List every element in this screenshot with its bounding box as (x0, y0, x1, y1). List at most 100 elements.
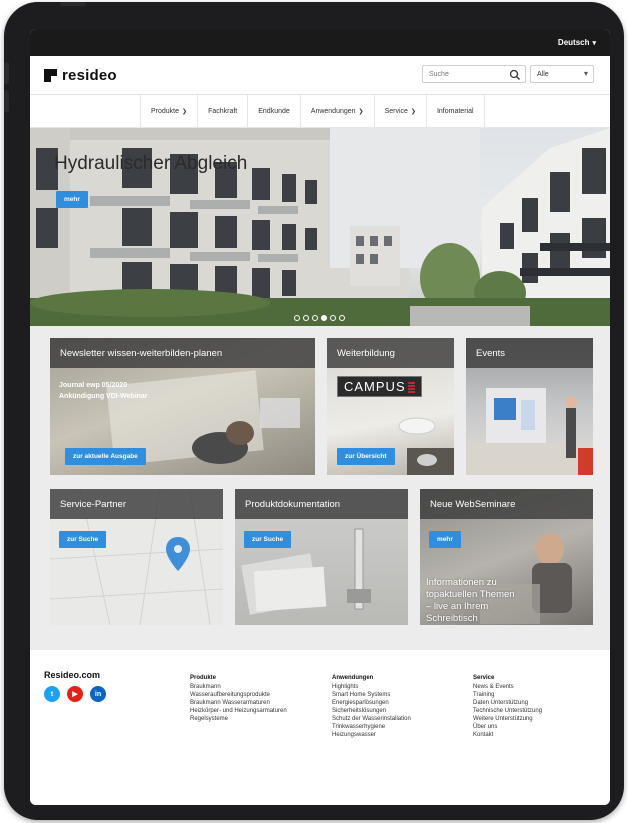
chevron-down-icon: ▾ (583, 69, 588, 78)
slider-dot[interactable] (303, 315, 309, 321)
nav-item-fachkraft[interactable]: Fachkraft (197, 95, 247, 127)
tile-events[interactable]: Events (466, 338, 593, 475)
slider-dot-active[interactable] (321, 315, 327, 321)
search-icon[interactable] (509, 69, 521, 81)
campus-logo-bars-icon (407, 381, 415, 394)
nav-item-infomaterial[interactable]: Infomaterial (425, 95, 485, 127)
footer-heading: Produkte (190, 675, 217, 681)
footer-link[interactable]: Schutz der Wasserinstallation (332, 715, 411, 723)
campus-logo-text: CAMPUS (344, 379, 406, 394)
logo-mark-icon (44, 68, 57, 82)
footer-link[interactable]: Wasseraufbereitungsprodukte (190, 691, 287, 699)
search-input[interactable] (429, 70, 503, 78)
footer-link[interactable]: News & Events (473, 683, 542, 691)
nav-item-label: Anwendungen (310, 107, 356, 115)
footer-link[interactable]: Training (473, 691, 542, 699)
chevron-down-icon: ❯ (182, 108, 188, 115)
slider-dots (294, 315, 345, 321)
tile-service-partner[interactable]: Service-Partner zur Suche (50, 489, 223, 625)
nav-item-endkunde[interactable]: Endkunde (247, 95, 300, 127)
nav-item-service[interactable]: Service ❯ (373, 95, 426, 127)
power-button (60, 2, 86, 6)
search-scope-value: Alle (537, 70, 549, 78)
newsletter-issue-button[interactable]: zur aktuelle Ausgabe (65, 448, 146, 465)
footer-link[interactable]: Energiesparlösungen (332, 699, 411, 707)
resideo-logo[interactable]: resideo (44, 67, 117, 84)
chevron-down-icon: ❯ (410, 108, 416, 115)
nav-item-label: Produkte (151, 107, 180, 115)
map-pin-icon (166, 537, 190, 571)
twitter-icon[interactable]: t (44, 686, 60, 702)
search-box (422, 65, 526, 83)
footer-brand[interactable]: Resideo.com (44, 670, 100, 680)
tile-newsletter-title: Newsletter wissen-weiterbilden-planen (50, 338, 315, 368)
tile-produktdokumentation[interactable]: Produktdokumentation zur Suche (235, 489, 408, 625)
browser-screen: Deutsch▾ resideo Alle ▾ Produkte❯ Fachkr… (30, 29, 610, 805)
slider-dot[interactable] (339, 315, 345, 321)
tile-newsletter-line2: Ankündigung VDI-Webinar (59, 393, 148, 400)
footer-link[interactable]: Highlights (332, 683, 411, 691)
search-scope-select[interactable]: Alle ▾ (530, 65, 594, 83)
tile-weiterbildung-title: Weiterbildung (327, 338, 454, 368)
nav-item-label: Endkunde (258, 107, 290, 115)
youtube-icon[interactable]: ▶ (67, 686, 83, 702)
site-footer: Resideo.com t ▶ in Produkte Braukmann Wa… (30, 650, 610, 805)
nav-item-label: Fachkraft (208, 107, 238, 115)
footer-link[interactable]: Smart Home Systems (332, 691, 411, 699)
footer-link[interactable]: Heizkörper- und Heizungsarmaturen (190, 707, 287, 715)
footer-link[interactable]: Technische Unterstützung (473, 707, 542, 715)
logo-text: resideo (62, 66, 117, 84)
caret-down-icon: ▾ (592, 40, 596, 47)
volume-up-button (4, 62, 9, 84)
footer-link[interactable]: Braukmann Wasserarmaturen (190, 699, 287, 707)
nav-item-label: Infomaterial (436, 107, 474, 115)
weiterbildung-overview-button[interactable]: zur Übersicht (337, 448, 395, 465)
social-links: t ▶ in (44, 686, 106, 702)
footer-link[interactable]: Braukmann (190, 683, 287, 691)
nav-item-anwendungen[interactable]: Anwendungen ❯ (299, 95, 374, 127)
footer-column-produkte: Produkte Braukmann Wasseraufbereitungspr… (190, 674, 287, 723)
footer-link[interactable]: Kontakt (473, 731, 542, 739)
hero-more-button[interactable]: mehr (56, 191, 88, 208)
tile-service-partner-title: Service-Partner (50, 489, 223, 519)
campus-logo: CAMPUS (337, 376, 422, 397)
hero-title: Hydraulischer Abgleich (54, 153, 248, 174)
tablet-frame: Deutsch▾ resideo Alle ▾ Produkte❯ Fachkr… (4, 2, 624, 820)
nav-item-produkte[interactable]: Produkte ❯ (140, 95, 197, 127)
tile-webseminare-title: Neue WebSeminare (420, 489, 593, 519)
linkedin-icon[interactable]: in (90, 686, 106, 702)
top-bar: Deutsch ▾ (30, 29, 610, 56)
tile-events-title: Events (466, 338, 593, 368)
tile-newsletter[interactable]: Newsletter wissen-weiterbilden-planen Jo… (50, 338, 315, 475)
footer-heading: Service (473, 675, 495, 681)
footer-link[interactable]: Daten Unterstützung (473, 699, 542, 707)
language-label: Deutsch (557, 38, 590, 47)
tile-newsletter-line1: Journal ewp 05/2020 (59, 382, 128, 389)
teaser-grid: Newsletter wissen-weiterbilden-planen Jo… (30, 326, 610, 650)
slider-dot[interactable] (312, 315, 318, 321)
language-selector[interactable]: Deutsch ▾ (558, 38, 596, 47)
footer-link[interactable]: Über uns (473, 723, 542, 731)
slider-dot[interactable] (330, 315, 336, 321)
tile-produktdokumentation-title: Produktdokumentation (235, 489, 408, 519)
footer-column-anwendungen: Anwendungen Highlights Smart Home System… (332, 674, 411, 739)
footer-heading: Anwendungen (332, 675, 374, 681)
volume-down-button (4, 90, 9, 112)
footer-link[interactable]: Trinkwasserhygiene (332, 723, 411, 731)
webseminare-more-button[interactable]: mehr (429, 531, 461, 548)
hero-slider[interactable]: Hydraulischer Abgleich mehr (30, 128, 610, 326)
footer-link[interactable]: Heizungswasser (332, 731, 411, 739)
produktdokumentation-search-button[interactable]: zur Suche (244, 531, 292, 548)
tile-webseminare[interactable]: Neue WebSeminare mehr Informationen zu t… (420, 489, 593, 625)
slider-dot[interactable] (294, 315, 300, 321)
webseminare-description: Informationen zu topaktuellen Themen – l… (426, 577, 515, 624)
site-header: resideo Alle ▾ (30, 56, 610, 94)
tile-weiterbildung[interactable]: Weiterbildung CAMPUS zur Übersicht (327, 338, 454, 475)
footer-link[interactable]: Regelsysteme (190, 715, 287, 723)
chevron-down-icon: ❯ (358, 108, 364, 115)
nav-item-label: Service (384, 107, 408, 115)
service-partner-search-button[interactable]: zur Suche (59, 531, 107, 548)
footer-link[interactable]: Weitere Unterstützung (473, 715, 542, 723)
footer-column-service: Service News & Events Training Daten Unt… (473, 674, 542, 739)
footer-link[interactable]: Sicherheitslösungen (332, 707, 411, 715)
